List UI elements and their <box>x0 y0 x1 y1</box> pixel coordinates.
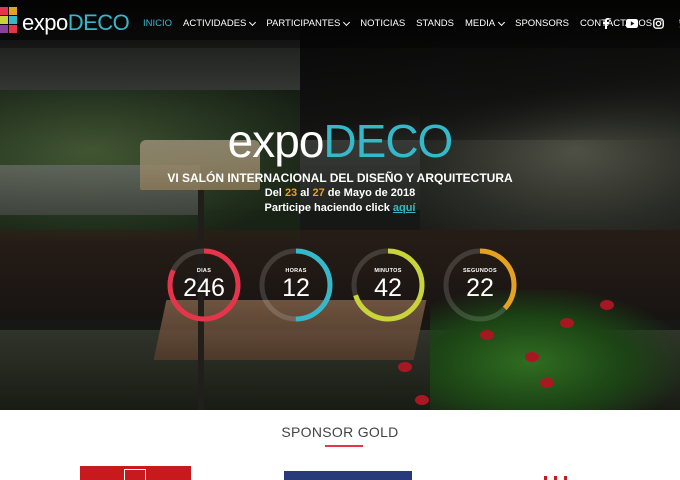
countdown-hours: HORAS 12 <box>258 247 334 323</box>
countdown-value: 22 <box>466 274 494 302</box>
nav-item-actividades[interactable]: ACTIVIDADES <box>183 18 257 29</box>
sponsor-logo[interactable] <box>284 471 412 480</box>
site-logo[interactable]: expoDECO <box>0 6 130 40</box>
hero-logo: expoDECO <box>227 115 454 167</box>
countdown-seconds: SEGUNDOS 22 <box>442 247 518 323</box>
sponsor-section-title: SPONSOR GOLD <box>281 424 399 440</box>
sponsor-title-underline <box>325 445 363 447</box>
chevron-down-icon <box>343 18 351 26</box>
hero-cta: Participe haciendo click aquí <box>264 202 416 214</box>
countdown-days: DIAS 246 <box>166 247 242 323</box>
chevron-down-icon <box>498 18 506 26</box>
chevron-down-icon <box>249 18 257 26</box>
nav-item-stands[interactable]: STANDS <box>416 18 454 29</box>
navbar: expoDECO INICIO ACTIVIDADES PARTICIPANTES N… <box>0 0 680 48</box>
nav-item-sponsors[interactable]: SPONSORS <box>515 18 569 29</box>
countdown-minutes: MINUTOS 42 <box>350 247 426 323</box>
social-links <box>600 17 680 29</box>
logo-wordmark: expoDECO <box>22 10 130 35</box>
participate-link[interactable]: aquí <box>393 202 416 214</box>
logo-mark-icon <box>0 7 20 39</box>
sponsor-logo[interactable] <box>540 476 576 480</box>
main-menu: INICIO ACTIVIDADES PARTICIPANTES NOTICIAS ST… <box>143 18 663 29</box>
facebook-icon[interactable] <box>600 17 612 29</box>
hero-title: VI SALÓN INTERNACIONAL DEL DISEÑO Y ARQU… <box>167 171 513 185</box>
nav-item-participantes[interactable]: PARTICIPANTES <box>266 18 351 29</box>
hero-dates: Del 23 al 27 de Mayo de 2018 <box>264 187 416 199</box>
countdown-value: 246 <box>183 274 225 302</box>
youtube-icon[interactable] <box>626 17 638 29</box>
instagram-icon[interactable] <box>652 17 664 29</box>
nav-item-inicio[interactable]: INICIO <box>143 18 172 29</box>
nav-item-noticias[interactable]: NOTICIAS <box>360 18 405 29</box>
countdown-value: 12 <box>282 274 310 302</box>
countdown-value: 42 <box>374 274 402 302</box>
nav-item-media[interactable]: MEDIA <box>465 18 506 29</box>
sponsor-logo[interactable] <box>80 466 191 480</box>
page: expoDECO INICIO ACTIVIDADES PARTICIPANTES N… <box>0 0 680 480</box>
